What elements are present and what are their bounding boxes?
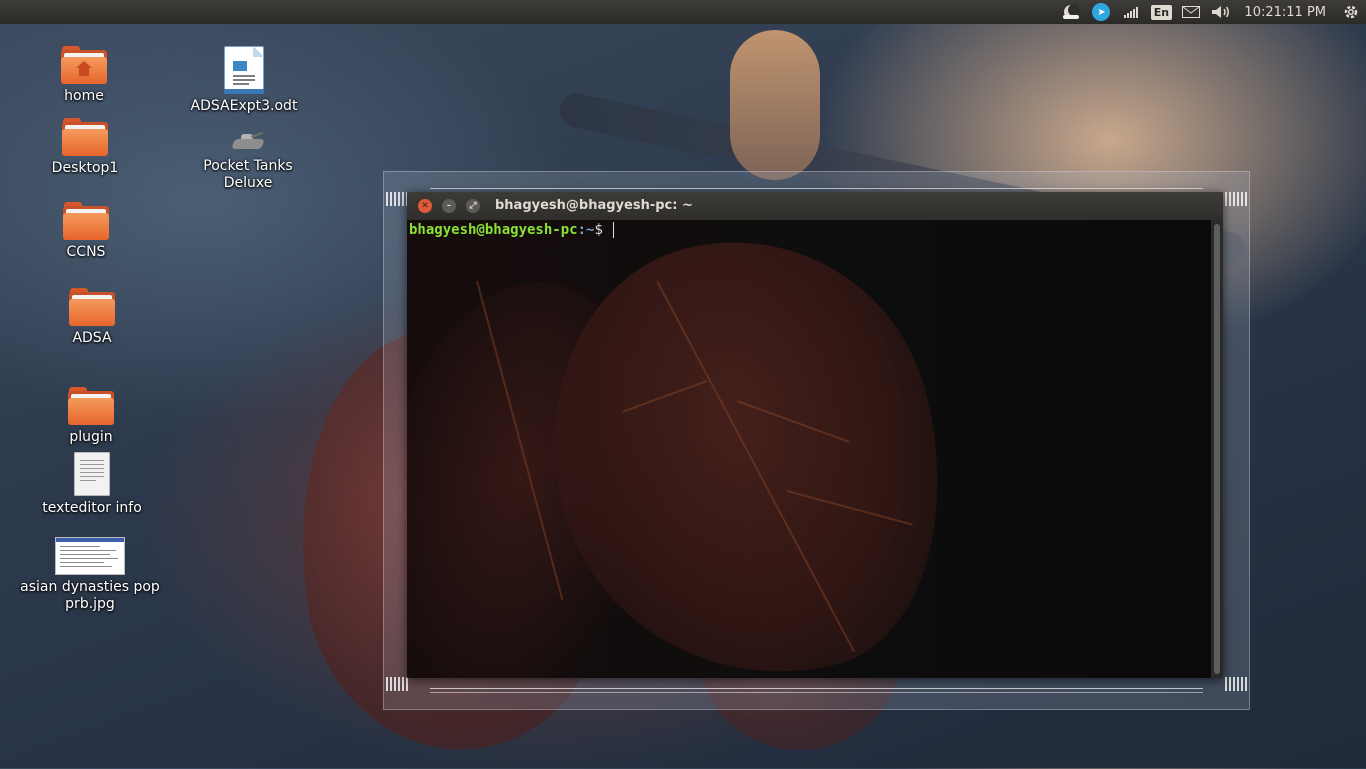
prompt-user: bhagyesh@bhagyesh-pc xyxy=(409,222,578,238)
terminal-window[interactable]: ✕ – ⤢ bhagyesh@bhagyesh-pc: ~ bhagyesh@b… xyxy=(407,192,1223,678)
shell-prompt: bhagyesh@bhagyesh-pc:~$ xyxy=(409,222,614,238)
desktop-icon-label: ADSA xyxy=(72,330,112,346)
top-panel: ➤ En 10:21:11 PM xyxy=(0,0,1366,24)
desktop-icon-asian-dynasties[interactable]: asian dynasties pop prb.jpg xyxy=(20,537,160,613)
home-folder-icon xyxy=(61,46,107,84)
scrollbar-thumb[interactable] xyxy=(1214,224,1220,674)
system-tray: ➤ En 10:21:11 PM xyxy=(1056,0,1366,24)
power-gear-icon[interactable] xyxy=(1336,0,1366,24)
folder-icon xyxy=(68,387,114,425)
minimize-icon: – xyxy=(446,201,452,211)
maximize-button[interactable]: ⤢ xyxy=(466,199,480,213)
desktop-icon-ccns[interactable]: CCNS xyxy=(46,202,126,261)
desktop-icon-texteditor-info[interactable]: texteditor info xyxy=(34,452,150,517)
desktop-icon-adsa[interactable]: ADSA xyxy=(52,288,132,347)
minimize-button[interactable]: – xyxy=(442,199,456,213)
terminal-titlebar[interactable]: ✕ – ⤢ bhagyesh@bhagyesh-pc: ~ xyxy=(407,192,1223,220)
desktop-icon-label: plugin xyxy=(69,429,113,445)
desktop-icon-label: Desktop1 xyxy=(51,160,119,176)
desktop-icon-label: asian dynasties pop prb.jpg xyxy=(20,579,160,612)
desktop-icon-desktop1[interactable]: Desktop1 xyxy=(44,118,126,177)
terminal-title: bhagyesh@bhagyesh-pc: ~ xyxy=(495,198,693,213)
desktop-icon-label: CCNS xyxy=(66,244,106,260)
close-icon: ✕ xyxy=(421,201,429,211)
desktop-icon-label: Pocket Tanks Deluxe xyxy=(203,158,293,191)
folder-icon xyxy=(63,202,109,240)
text-file-icon xyxy=(74,452,110,496)
mail-icon[interactable] xyxy=(1176,0,1206,24)
wallpaper-branch xyxy=(730,30,820,180)
desktop-icon-label: ADSAExpt3.odt xyxy=(190,98,298,114)
desktop-icon-adsaexpt3[interactable]: ADSAExpt3.odt xyxy=(188,46,300,115)
keyboard-layout-label: En xyxy=(1150,4,1173,20)
desktop-icon-plugin[interactable]: plugin xyxy=(51,387,131,446)
text-cursor xyxy=(612,222,614,238)
odt-document-icon xyxy=(224,46,264,94)
tank-game-icon xyxy=(231,132,265,152)
telegram-icon[interactable]: ➤ xyxy=(1086,0,1116,24)
prompt-sign: $ xyxy=(594,222,603,238)
folder-icon xyxy=(62,118,108,156)
image-thumbnail-icon xyxy=(55,537,125,575)
desktop-icon-label: texteditor info xyxy=(42,500,142,516)
network-signal-icon[interactable] xyxy=(1116,0,1146,24)
desktop-icon-home[interactable]: home xyxy=(44,46,124,105)
close-button[interactable]: ✕ xyxy=(418,199,432,213)
desktop-icon-label: home xyxy=(64,88,104,104)
desktop-icon-pocket-tanks[interactable]: Pocket Tanks Deluxe xyxy=(196,128,300,192)
maximize-icon: ⤢ xyxy=(469,201,477,211)
prompt-path: :~ xyxy=(577,222,595,238)
volume-icon[interactable] xyxy=(1206,0,1236,24)
keyboard-layout-icon[interactable]: En xyxy=(1146,0,1176,24)
terminal-content[interactable]: bhagyesh@bhagyesh-pc:~$ xyxy=(407,220,1211,678)
terminal-scrollbar[interactable] xyxy=(1211,220,1223,678)
moon-indicator-icon[interactable] xyxy=(1056,0,1086,24)
panel-clock[interactable]: 10:21:11 PM xyxy=(1236,5,1336,20)
folder-icon xyxy=(69,288,115,326)
